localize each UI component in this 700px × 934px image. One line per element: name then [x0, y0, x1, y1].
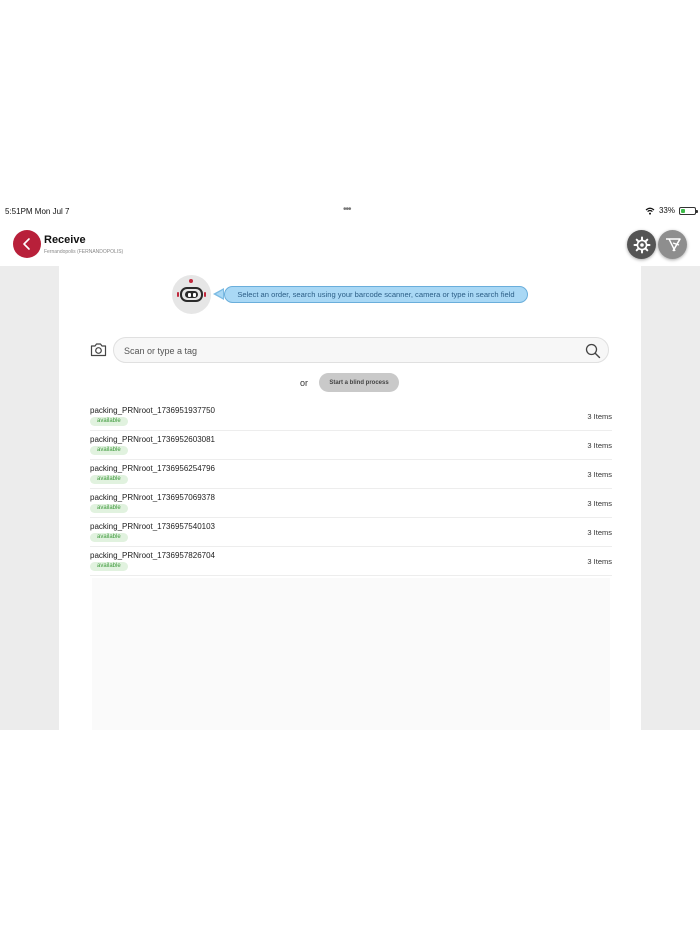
- battery-icon: [679, 206, 698, 215]
- order-row[interactable]: packing_PRNroot_1736956254796 available 3 …: [90, 460, 612, 489]
- or-separator: or: [300, 378, 309, 388]
- content-panel: Select an order, search using your barco…: [59, 266, 641, 730]
- search-bar: [113, 337, 609, 363]
- order-name: packing_PRNroot_1736952603081: [90, 435, 215, 444]
- item-count: 3 Items: [587, 412, 612, 421]
- status-badge: available: [90, 475, 128, 484]
- camera-icon: [90, 343, 107, 357]
- item-count: 3 Items: [587, 528, 612, 537]
- search-input[interactable]: [124, 342, 564, 359]
- status-bar: 5:51PM Mon Jul 7 ••• 33%: [0, 203, 700, 220]
- order-row[interactable]: packing_PRNroot_1736951937750 available 3 …: [90, 402, 612, 431]
- multitasking-dots[interactable]: •••: [343, 204, 351, 215]
- location-subtitle: Fernandopolis (FERNANDOPOLIS): [44, 249, 124, 255]
- app-header: Receive Fernandopolis (FERNANDOPOLIS): [0, 220, 700, 266]
- status-badge: available: [90, 504, 128, 513]
- order-row[interactable]: packing_PRNroot_1736957069378 available 3 …: [90, 489, 612, 518]
- order-row[interactable]: packing_PRNroot_1736957540103 available 3 …: [90, 518, 612, 547]
- robot-icon: [172, 275, 211, 314]
- brand-logo-icon: [665, 237, 681, 251]
- search-icon[interactable]: [585, 343, 601, 359]
- list-empty-area: [92, 578, 610, 730]
- item-count: 3 Items: [587, 470, 612, 479]
- gear-icon: [633, 236, 650, 253]
- order-row[interactable]: packing_PRNroot_1736957826704 available 3 …: [90, 547, 612, 576]
- brand-logo-button[interactable]: [658, 230, 687, 259]
- settings-button[interactable]: [627, 230, 656, 259]
- status-badge: available: [90, 417, 128, 426]
- order-name: packing_PRNroot_1736957826704: [90, 551, 215, 560]
- order-name: packing_PRNroot_1736957069378: [90, 493, 215, 502]
- order-list: packing_PRNroot_1736951937750 available 3 …: [90, 402, 612, 576]
- order-name: packing_PRNroot_1736951937750: [90, 406, 215, 415]
- status-badge: available: [90, 446, 128, 455]
- order-name: packing_PRNroot_1736956254796: [90, 464, 215, 473]
- assistant-hint: Select an order, search using your barco…: [224, 286, 528, 303]
- wifi-icon: [645, 207, 655, 215]
- status-indicators: 33%: [645, 206, 698, 215]
- back-button[interactable]: [13, 230, 41, 258]
- status-time: 5:51PM Mon Jul 7: [5, 207, 70, 216]
- app-window: 5:51PM Mon Jul 7 ••• 33% Receive Fernand…: [0, 203, 700, 730]
- order-name: packing_PRNroot_1736957540103: [90, 522, 215, 531]
- item-count: 3 Items: [587, 441, 612, 450]
- battery-level: [681, 208, 685, 213]
- status-badge: available: [90, 533, 128, 542]
- page-title: Receive: [44, 234, 86, 246]
- item-count: 3 Items: [587, 557, 612, 566]
- battery-percent: 33%: [658, 206, 675, 215]
- order-row[interactable]: packing_PRNroot_1736952603081 available 3 …: [90, 431, 612, 460]
- camera-button[interactable]: [90, 341, 107, 358]
- status-badge: available: [90, 562, 128, 571]
- item-count: 3 Items: [587, 499, 612, 508]
- chevron-left-icon: [23, 238, 30, 250]
- start-blind-process-button[interactable]: Start a blind process: [319, 373, 399, 392]
